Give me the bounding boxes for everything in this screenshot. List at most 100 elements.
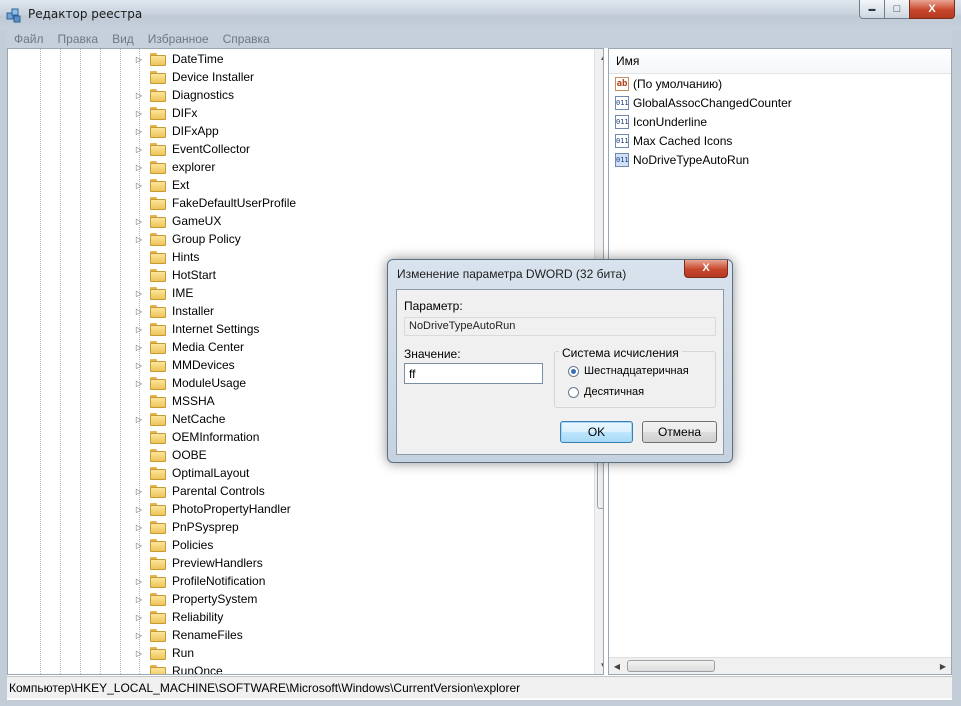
tree-guide-line — [80, 49, 81, 674]
expand-arrow-icon[interactable]: ▷ — [134, 343, 144, 352]
scroll-right-arrow-icon[interactable]: ▶ — [935, 658, 951, 674]
value-row[interactable]: 011 GlobalAssocChangedCounter — [615, 94, 792, 112]
radio-dec[interactable]: Десятичная — [568, 386, 644, 398]
tree-item[interactable]: ▷ Policies — [134, 536, 213, 554]
expand-arrow-icon[interactable]: ▷ — [134, 307, 144, 316]
tree-item[interactable]: ▷ EventCollector — [134, 140, 250, 158]
tree-item[interactable]: RunOnce — [134, 662, 223, 674]
tree-item[interactable]: OEMInformation — [134, 428, 259, 446]
tree-item[interactable]: ▷ GameUX — [134, 212, 221, 230]
tree-item[interactable]: PreviewHandlers — [134, 554, 263, 572]
tree-item[interactable]: ▷ Group Policy — [134, 230, 241, 248]
dialog-close-button[interactable]: X — [684, 260, 728, 278]
scroll-down-arrow-icon[interactable]: ▼ — [595, 657, 603, 674]
tree-item[interactable]: ▷ IME — [134, 284, 193, 302]
menu-edit[interactable]: Правка — [51, 32, 106, 46]
expand-arrow-icon[interactable]: ▷ — [134, 487, 144, 496]
maximize-icon: □ — [893, 3, 901, 15]
value-input[interactable] — [404, 363, 543, 384]
tree-item[interactable]: ▷ NetCache — [134, 410, 225, 428]
expand-arrow-icon[interactable]: ▷ — [134, 379, 144, 388]
tree-item[interactable]: ▷ DIFxApp — [134, 122, 219, 140]
tree-item[interactable]: ▷ DateTime — [134, 50, 224, 68]
tree-item[interactable]: Device Installer — [134, 68, 254, 86]
tree-item[interactable]: ▷ Run — [134, 644, 194, 662]
expand-arrow-icon[interactable]: ▷ — [134, 361, 144, 370]
param-name-field: NoDriveTypeAutoRun — [404, 317, 716, 336]
tree-item[interactable]: ▷ Ext — [134, 176, 189, 194]
value-row[interactable]: ab (По умолчанию) — [615, 75, 722, 93]
tree-item-label: PnPSysprep — [172, 520, 239, 534]
expand-arrow-icon[interactable]: ▷ — [134, 631, 144, 640]
expand-arrow-icon[interactable]: ▷ — [134, 145, 144, 154]
expand-arrow-icon[interactable]: ▷ — [134, 181, 144, 190]
expand-arrow-icon[interactable]: ▷ — [134, 415, 144, 424]
tree-item-label: RenameFiles — [172, 628, 243, 642]
tree-item[interactable]: OOBE — [134, 446, 207, 464]
tree-item[interactable]: ▷ PropertySystem — [134, 590, 257, 608]
tree-item[interactable]: ▷ Diagnostics — [134, 86, 234, 104]
ok-button[interactable]: OK — [560, 421, 633, 443]
tree-item[interactable]: ▷ DIFx — [134, 104, 197, 122]
menu-favorites[interactable]: Избранное — [141, 32, 216, 46]
menu-view[interactable]: Вид — [105, 32, 141, 46]
scroll-thumb[interactable] — [627, 660, 715, 672]
expand-arrow-icon[interactable]: ▷ — [134, 127, 144, 136]
tree-item[interactable]: ▷ PhotoPropertyHandler — [134, 500, 291, 518]
tree-item[interactable]: ▷ RenameFiles — [134, 626, 243, 644]
expand-arrow-icon[interactable]: ▷ — [134, 55, 144, 64]
menu-file[interactable]: Файл — [7, 32, 51, 46]
values-horizontal-scrollbar[interactable]: ◀ ▶ — [609, 657, 951, 674]
minimize-button[interactable]: ▬ — [859, 0, 885, 19]
expand-arrow-icon[interactable]: ▷ — [134, 649, 144, 658]
expand-arrow-icon[interactable]: ▷ — [134, 523, 144, 532]
tree-item[interactable]: MSSHA — [134, 392, 215, 410]
tree-item[interactable]: ▷ explorer — [134, 158, 215, 176]
tree-item[interactable]: ▷ ModuleUsage — [134, 374, 246, 392]
tree-item[interactable]: OptimalLayout — [134, 464, 249, 482]
column-header-name[interactable]: Имя — [609, 49, 951, 74]
maximize-button[interactable]: □ — [884, 0, 910, 19]
tree-item[interactable]: HotStart — [134, 266, 216, 284]
tree-item[interactable]: ▷ Internet Settings — [134, 320, 259, 338]
expand-arrow-icon[interactable]: ▷ — [134, 289, 144, 298]
tree-item[interactable]: ▷ Media Center — [134, 338, 244, 356]
expand-arrow-icon[interactable]: ▷ — [134, 577, 144, 586]
expand-arrow-icon[interactable]: ▷ — [134, 595, 144, 604]
value-row[interactable]: 011 IconUnderline — [615, 113, 707, 131]
close-button[interactable]: X — [909, 0, 955, 19]
folder-icon — [150, 106, 166, 120]
cancel-button[interactable]: Отмена — [642, 421, 717, 443]
expand-arrow-icon[interactable]: ▷ — [134, 217, 144, 226]
tree-item[interactable]: FakeDefaultUserProfile — [134, 194, 296, 212]
expand-arrow-icon[interactable]: ▷ — [134, 325, 144, 334]
tree-item[interactable]: ▷ Reliability — [134, 608, 223, 626]
scroll-left-arrow-icon[interactable]: ◀ — [609, 658, 625, 674]
folder-icon — [150, 646, 166, 660]
tree-item[interactable]: ▷ Installer — [134, 302, 214, 320]
tree-item[interactable]: Hints — [134, 248, 199, 266]
radio-hex[interactable]: Шестнадцатеричная — [568, 365, 689, 377]
value-row[interactable]: 011 Max Cached Icons — [615, 132, 732, 150]
tree-item-label: Media Center — [172, 340, 245, 354]
tree-item[interactable]: ▷ PnPSysprep — [134, 518, 239, 536]
radio-hex-indicator[interactable] — [568, 365, 579, 377]
tree-item[interactable]: ▷ ProfileNotification — [134, 572, 265, 590]
value-row[interactable]: 011 NoDriveTypeAutoRun — [615, 151, 749, 169]
scroll-up-arrow-icon[interactable]: ▲ — [595, 49, 603, 66]
tree-item[interactable]: ▷ MMDevices — [134, 356, 235, 374]
dialog-title: Изменение параметра DWORD (32 бита) — [397, 267, 627, 281]
expand-arrow-icon[interactable]: ▷ — [134, 541, 144, 550]
tree-item[interactable]: ▷ Parental Controls — [134, 482, 265, 500]
expand-arrow-icon[interactable]: ▷ — [134, 91, 144, 100]
window-frame-left — [0, 30, 7, 706]
expand-arrow-icon[interactable]: ▷ — [134, 109, 144, 118]
dialog-body: Параметр: NoDriveTypeAutoRun Значение: С… — [396, 289, 724, 455]
folder-icon — [150, 322, 166, 336]
expand-arrow-icon[interactable]: ▷ — [134, 163, 144, 172]
expand-arrow-icon[interactable]: ▷ — [134, 235, 144, 244]
radio-dec-indicator[interactable] — [568, 386, 579, 398]
menu-help[interactable]: Справка — [216, 32, 277, 46]
expand-arrow-icon[interactable]: ▷ — [134, 505, 144, 514]
expand-arrow-icon[interactable]: ▷ — [134, 613, 144, 622]
